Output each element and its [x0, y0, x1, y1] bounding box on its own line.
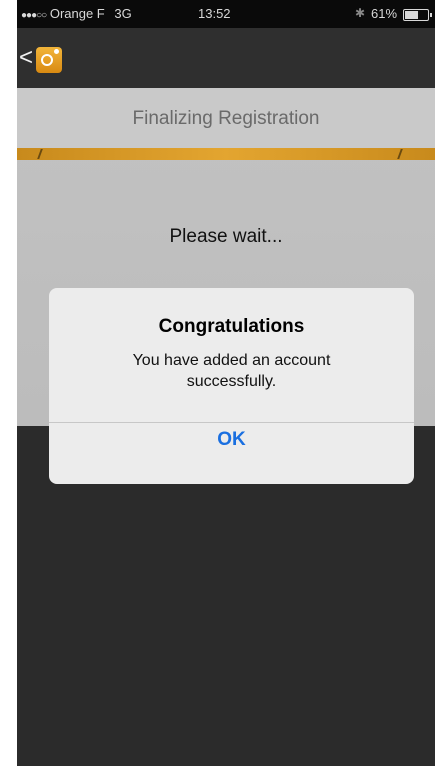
- alert-title: Congratulations: [158, 316, 305, 337]
- ok-button[interactable]: OK: [49, 423, 414, 484]
- content-header: Finalizing Registration: [17, 88, 435, 148]
- outlook-logo-icon[interactable]: [36, 47, 62, 73]
- progress-stripe: [37, 149, 43, 159]
- status-time: 13:52: [198, 6, 231, 21]
- signal-strength-icon: ●●●○○: [21, 10, 47, 21]
- network-type: 3G: [114, 6, 132, 21]
- phone-screen: ●●●○○ Orange F 3G 13:52 ✱ 61% < Finalizi…: [17, 0, 435, 766]
- status-bar: ●●●○○ Orange F 3G 13:52 ✱ 61%: [17, 0, 435, 28]
- battery-fill: [405, 11, 419, 19]
- alert-dialog: Congratulations You have added an accoun…: [49, 288, 414, 484]
- navigation-bar: <: [17, 28, 435, 88]
- carrier-name: Orange F: [49, 6, 105, 21]
- alert-message: You have added an account successfully.: [132, 352, 331, 390]
- back-chevron-icon[interactable]: <: [19, 46, 33, 70]
- battery-nub: [430, 13, 432, 17]
- progress-bar: [17, 148, 435, 160]
- bluetooth-icon: ✱: [355, 6, 366, 20]
- battery-percent: 61%: [371, 6, 398, 21]
- logo-spark: [54, 49, 59, 54]
- carrier-info: ●●●○○ Orange F 3G: [21, 6, 132, 21]
- please-wait-text: Please wait...: [169, 226, 283, 247]
- battery-icon: [403, 9, 432, 21]
- device-frame: ●●●○○ Orange F 3G 13:52 ✱ 61% < Finalizi…: [0, 0, 435, 766]
- page-title: Finalizing Registration: [132, 108, 320, 129]
- logo-ring: [41, 54, 53, 66]
- progress-stripe: [397, 149, 403, 159]
